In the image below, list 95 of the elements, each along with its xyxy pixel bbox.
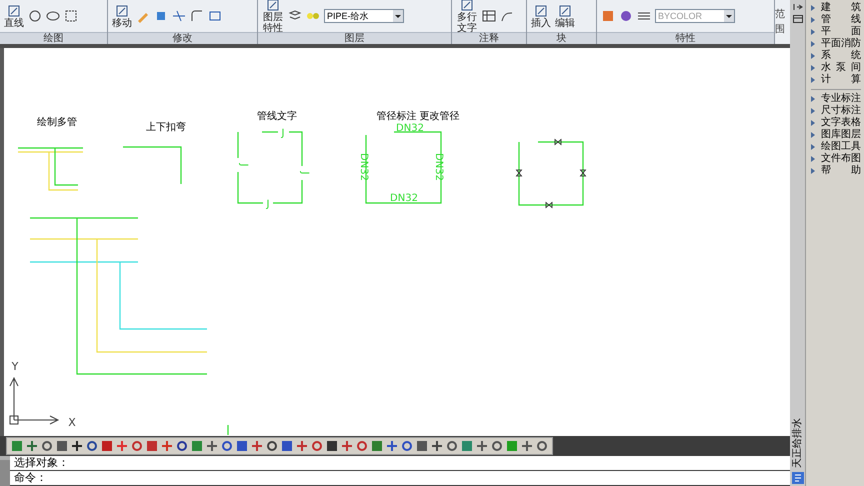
- tool-icon[interactable]: [280, 439, 294, 453]
- drawing-caption: 管径标注 更改管径: [376, 111, 460, 122]
- tool-icon[interactable]: [265, 439, 279, 453]
- drawing-caption: 管线文字: [257, 111, 297, 122]
- menu-item[interactable]: 帮 助: [821, 165, 861, 177]
- menu-item[interactable]: 平面消防: [821, 38, 861, 50]
- pipe-label: J: [299, 172, 310, 174]
- tool-icon[interactable]: [490, 439, 504, 453]
- tool-icon[interactable]: [64, 9, 78, 23]
- tool-icon[interactable]: [28, 9, 42, 23]
- axis-label: X: [68, 416, 76, 429]
- tool-icon[interactable]: [325, 439, 339, 453]
- panel-title: 修改: [108, 32, 257, 44]
- tool-icon[interactable]: [46, 9, 60, 23]
- tool-icon[interactable]: [235, 439, 249, 453]
- pipe-line: [227, 425, 229, 435]
- menu-item[interactable]: 专业标注: [821, 93, 861, 105]
- tool-icon[interactable]: [7, 4, 21, 18]
- tool-icon[interactable]: [619, 9, 633, 23]
- tool-icon[interactable]: [70, 439, 84, 453]
- tool-button[interactable]: 插入: [531, 4, 551, 28]
- menu-item[interactable]: 尺寸标注: [821, 105, 861, 117]
- pipe-label: J: [282, 128, 284, 139]
- menu-item[interactable]: 水泵间: [821, 62, 861, 74]
- tool-icon[interactable]: [535, 439, 549, 453]
- tool-button[interactable]: 图层特性: [262, 0, 284, 34]
- panel-title: 图层: [258, 32, 451, 44]
- tool-icon[interactable]: [460, 0, 474, 12]
- tool-icon[interactable]: [266, 0, 280, 12]
- tool-icon[interactable]: [520, 439, 534, 453]
- axis-label: Y: [12, 360, 18, 373]
- drawing-caption: 上下扣弯: [146, 122, 186, 133]
- menu-item[interactable]: 绘图工具: [821, 141, 861, 153]
- tool-icon[interactable]: [190, 9, 204, 23]
- tool-icon[interactable]: [115, 4, 129, 18]
- tool-icon[interactable]: [175, 439, 189, 453]
- panel-title: 绘图: [0, 32, 107, 44]
- tool-button[interactable]: 移动: [112, 4, 132, 28]
- menu-item[interactable]: 建 筑: [821, 2, 861, 14]
- tool-icon[interactable]: [534, 4, 548, 18]
- menu-item[interactable]: 管 线: [821, 14, 861, 26]
- pin-icon[interactable]: [793, 3, 803, 11]
- caret-icon[interactable]: [393, 10, 403, 22]
- dropdown-value: PIPE-给水: [327, 10, 369, 22]
- tool-button[interactable]: 编辑: [555, 4, 575, 28]
- tool-icon[interactable]: [400, 439, 414, 453]
- tool-icon[interactable]: [475, 439, 489, 453]
- tool-icon[interactable]: [415, 439, 429, 453]
- panel-title: 块: [527, 32, 596, 44]
- pipe-size-label: DN32: [390, 193, 418, 204]
- pipe-line: [237, 132, 239, 158]
- pipe-line: [237, 172, 263, 204]
- tool-icon[interactable]: [385, 439, 399, 453]
- tool-icon[interactable]: [85, 439, 99, 453]
- valve-icon: [516, 170, 522, 176]
- panel-title: 特性: [597, 32, 774, 44]
- menu-item[interactable]: 图库图层: [821, 129, 861, 141]
- pipe-size-label: DN32: [396, 123, 424, 134]
- dropdown-value: BYCOLOR: [658, 10, 702, 22]
- tool-icon[interactable]: [430, 439, 444, 453]
- tool-button[interactable]: 多行文字: [456, 0, 478, 34]
- panel-tab[interactable]: 天正给排水: [792, 408, 804, 468]
- menu-item[interactable]: 文件布图: [821, 153, 861, 165]
- tool-icon[interactable]: [445, 439, 459, 453]
- pipe-line: [123, 146, 182, 184]
- menu-item[interactable]: 计 算: [821, 74, 861, 86]
- tool-icon[interactable]: [220, 439, 234, 453]
- tool-icon[interactable]: [208, 9, 222, 23]
- tool-button[interactable]: 直线: [4, 4, 24, 28]
- tool-icon[interactable]: [172, 9, 186, 23]
- drawing-caption: 绘制多管: [37, 117, 77, 128]
- scroll-bar[interactable]: [0, 456, 10, 486]
- pipe-label: J: [238, 164, 249, 166]
- tool-icon[interactable]: [482, 9, 496, 23]
- menu-item[interactable]: 文字表格: [821, 117, 861, 129]
- pipe-line: [262, 131, 278, 133]
- pipe-line: [518, 141, 584, 206]
- valve-icon: [554, 138, 562, 146]
- pipe-line: [289, 131, 303, 166]
- pipe-line: [273, 180, 303, 204]
- valve-icon: [580, 170, 586, 176]
- tool-icon[interactable]: [205, 439, 219, 453]
- menu-item[interactable]: 平 面: [821, 26, 861, 38]
- properties-icon[interactable]: [793, 15, 803, 23]
- app-icon[interactable]: [792, 472, 804, 484]
- pipe-label: J: [266, 199, 270, 210]
- caret-icon[interactable]: [724, 10, 734, 22]
- dropdown[interactable]: PIPE-给水: [324, 9, 404, 23]
- menu-item[interactable]: 系 统: [821, 50, 861, 62]
- valve-icon: [546, 202, 552, 208]
- tool-icon[interactable]: [55, 439, 69, 453]
- tool-icon[interactable]: [40, 439, 54, 453]
- panel-title: 注释: [452, 32, 526, 44]
- ucs-icon: [10, 376, 60, 424]
- tool-icon[interactable]: [558, 4, 572, 18]
